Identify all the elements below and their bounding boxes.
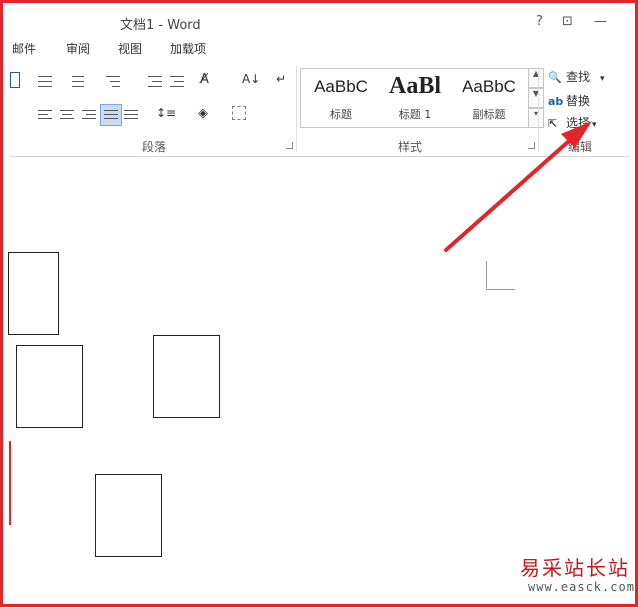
- annotation-arrow: [444, 121, 592, 252]
- watermark: 易采站长站 www.easck.com: [516, 550, 634, 600]
- watermark-chinese: 易采站长站: [520, 556, 630, 580]
- watermark-url: www.easck.com: [528, 580, 635, 594]
